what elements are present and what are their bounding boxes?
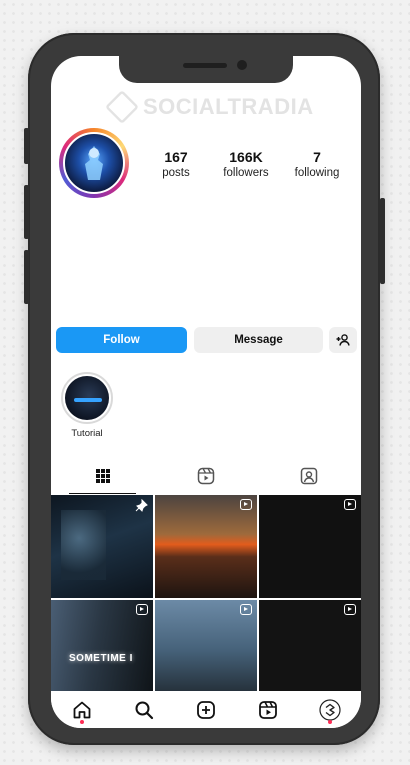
stat-posts-value: 167 (164, 149, 188, 165)
highlight-image (65, 376, 109, 420)
grid-post-1[interactable] (51, 495, 153, 598)
stat-followers-label: followers (223, 167, 269, 179)
grid-post-5[interactable] (155, 600, 257, 691)
pin-icon (135, 499, 148, 512)
profile-tabs (51, 458, 361, 494)
speaker (183, 63, 227, 68)
nav-profile[interactable] (315, 695, 345, 725)
message-button[interactable]: Message (194, 327, 323, 353)
reels-icon (197, 467, 214, 485)
add-person-icon (336, 334, 350, 346)
phone-power-button (380, 198, 385, 284)
highlight-label: Tutorial (71, 428, 103, 439)
notch (119, 56, 293, 83)
stat-posts[interactable]: 167 posts (141, 149, 211, 179)
watermark-text: SOCIALTRADIA (143, 94, 314, 119)
post-1-image (61, 510, 106, 580)
reel-badge-icon (344, 499, 356, 510)
tab-reels[interactable] (154, 458, 257, 494)
stat-following-label: following (294, 167, 340, 179)
grid-post-3[interactable] (259, 495, 361, 598)
profile-avatar-ring[interactable] (59, 128, 129, 198)
stat-following-value: 7 (313, 149, 321, 165)
search-icon (135, 701, 154, 719)
active-tab-indicator (69, 492, 136, 494)
grid-icon (95, 469, 110, 483)
phone-side-button-bottom (24, 250, 29, 304)
posts-grid: SOMETIME I (51, 495, 361, 691)
home-icon (73, 701, 91, 718)
phone-side-button-top (24, 128, 29, 164)
stat-posts-label: posts (162, 167, 190, 179)
reel-badge-icon (240, 604, 252, 615)
highlight-cover (61, 372, 113, 424)
front-camera (237, 60, 247, 70)
stat-following[interactable]: 7 following (282, 149, 352, 179)
nav-reels[interactable] (253, 695, 283, 725)
reels-icon (259, 700, 277, 719)
grid-post-2[interactable] (155, 495, 257, 598)
watermark: SOCIALTRADIA (105, 90, 314, 124)
highlight-tutorial[interactable]: Tutorial (59, 372, 115, 439)
stat-followers[interactable]: 166K followers (211, 149, 281, 179)
tab-tagged[interactable] (257, 458, 360, 494)
phone-screen: SOCIALTRADIA 167 posts 166K followers 7 … (51, 56, 361, 728)
suggest-people-button[interactable] (329, 327, 357, 353)
tagged-icon (300, 467, 317, 485)
avatar (63, 132, 125, 194)
avatar-figure (85, 146, 103, 180)
bottom-nav (51, 691, 361, 728)
nav-search[interactable] (129, 695, 159, 725)
profile-icon (319, 698, 341, 721)
tab-grid[interactable] (51, 458, 154, 494)
phone-side-button-middle (24, 185, 29, 239)
grid-post-6[interactable] (259, 600, 361, 691)
follow-button[interactable]: Follow (56, 327, 187, 353)
nav-create[interactable] (191, 695, 221, 725)
notification-dot (80, 719, 84, 724)
stat-followers-value: 166K (229, 149, 263, 165)
nav-home[interactable] (67, 695, 97, 725)
reel-badge-icon (240, 499, 252, 510)
reel-badge-icon (136, 604, 148, 615)
grid-post-4[interactable]: SOMETIME I (51, 600, 153, 691)
reel-badge-icon (344, 604, 356, 615)
create-icon (197, 700, 215, 719)
notification-dot (328, 719, 332, 724)
post-4-overlay-text: SOMETIME I (69, 653, 133, 664)
watermark-logo-icon (105, 90, 139, 124)
